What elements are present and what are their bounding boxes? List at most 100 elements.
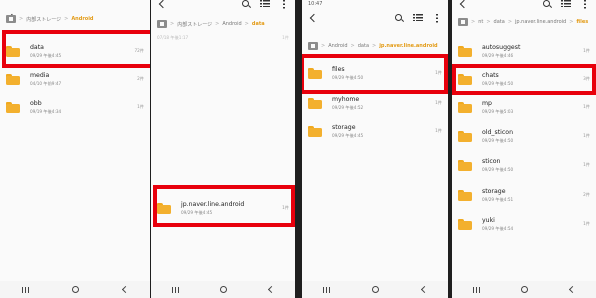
back-icon[interactable] [308,13,318,23]
breadcrumb-item-current[interactable]: files [576,19,588,25]
folder-count: 1件 [435,128,442,133]
folder-count: 2件 [583,192,590,197]
more-icon[interactable] [432,13,442,23]
folder-count: 1件 [282,35,289,40]
folder-count: 1件 [435,100,442,105]
folder-name: sticon [482,157,501,165]
folder-row[interactable]: autosuggest 09/29 午後4:46 1件 [458,36,590,66]
breadcrumb-item[interactable]: data [494,19,505,25]
folder-row[interactable]: old_sticon 09/29 午後4:50 1件 [458,121,590,151]
folder-date: 09/29 午後4:46 [482,52,514,58]
folder-icon [458,101,472,113]
folder-date: 09/29 午後4:45 [332,132,364,138]
panel-line-files: > nt > data > jp.naver.line.android > fi… [452,0,596,298]
folder-date: 09/29 午後4:52 [332,104,364,110]
list-view-icon[interactable] [260,0,270,9]
folder-count: 1件 [583,48,590,53]
system-nav-bar [151,281,295,298]
more-icon[interactable] [580,0,590,9]
folder-date: 09/29 午後4:50 [482,166,514,172]
home-icon[interactable] [157,20,167,28]
nav-home-icon[interactable] [521,286,529,293]
nav-recents-icon[interactable] [21,286,29,293]
nav-home-icon[interactable] [372,286,380,293]
nav-home-icon[interactable] [72,286,80,293]
folder-row-partial[interactable]: 07/18 午後1:17 1件 [157,31,289,45]
highlight-box [302,54,448,94]
status-time: 10:47 [308,1,323,7]
breadcrumb: > 内部ストレージ > Android [6,12,146,26]
more-icon[interactable] [279,0,289,9]
folder-icon [458,159,472,171]
list-view-icon[interactable] [561,0,571,9]
home-icon[interactable] [458,18,468,26]
folder-date: 09/29 午後5:03 [482,108,514,114]
folder-row[interactable]: storage 09/29 午後4:51 2件 [458,180,590,210]
nav-recents-icon[interactable] [472,286,480,293]
folder-icon [6,73,20,85]
folder-date: 09/19 午後4:34 [30,108,62,114]
folder-icon [6,101,20,113]
home-icon[interactable] [6,15,16,23]
folder-date: 07/18 午後1:17 [157,35,189,40]
folder-icon [458,218,472,230]
folder-name: obb [30,99,42,107]
list-view-icon[interactable] [413,13,423,23]
folder-icon [308,97,322,109]
breadcrumb-item[interactable]: Android [328,43,347,49]
folder-name: storage [482,187,506,195]
home-icon[interactable] [308,42,318,50]
folder-row[interactable]: media 04/10 午前9:47 2件 [6,64,144,94]
folder-row[interactable]: storage 09/29 午後4:45 1件 [308,116,442,146]
nav-recents-icon[interactable] [171,286,179,293]
status-bar: 10:47 [302,0,448,8]
system-nav-bar [452,281,596,298]
breadcrumb-item-current[interactable]: data [252,21,265,27]
nav-back-icon[interactable] [420,285,428,294]
breadcrumb-item[interactable]: data [358,43,369,49]
nav-back-icon[interactable] [122,285,130,294]
panel-android-data: > 内部ストレージ > Android > data 07/18 午後1:17 … [151,0,295,298]
nav-home-icon[interactable] [220,286,228,293]
folder-date: 09/29 午後4:50 [482,137,514,143]
toolbar [151,0,295,14]
folder-row[interactable]: obb 09/19 午後4:34 1件 [6,92,144,122]
folder-date: 09/29 午後4:54 [482,225,514,231]
folder-row[interactable]: mp 09/29 午後5:03 1件 [458,92,590,122]
highlight-box [153,185,295,227]
breadcrumb-item-current[interactable]: jp.naver.line.android [379,43,437,49]
breadcrumb-item[interactable]: jp.naver.line.android [515,19,566,25]
system-nav-bar [0,281,150,298]
folder-count: 1件 [137,104,144,109]
folder-name: autosuggest [482,43,521,51]
folder-name: mp [482,99,492,107]
folder-icon [308,125,322,137]
folder-row[interactable]: yuki 09/29 午後4:54 1件 [458,209,590,239]
folder-count: 1件 [583,104,590,109]
breadcrumb-item[interactable]: 内部ストレージ [26,16,61,23]
highlight-box [452,64,596,95]
highlight-box [2,30,150,68]
toolbar [452,0,596,14]
folder-date: 09/29 午後4:51 [482,196,514,202]
back-icon[interactable] [458,0,468,9]
search-icon[interactable] [241,0,251,9]
nav-back-icon[interactable] [569,285,577,294]
nav-back-icon[interactable] [268,285,276,294]
breadcrumb-item[interactable]: 内部ストレージ [177,21,212,28]
breadcrumb-item[interactable]: nt [478,19,483,25]
system-nav-bar [302,281,448,298]
folder-date: 04/10 午前9:47 [30,80,62,86]
breadcrumb-item[interactable]: Android [222,21,241,27]
folder-row[interactable]: sticon 09/29 午後4:50 1件 [458,150,590,180]
panel-line-android: 10:47 > Android > data > jp.naver.line.a… [302,0,448,298]
search-icon[interactable] [394,13,404,23]
folder-name: storage [332,123,356,131]
breadcrumb-item-current[interactable]: Android [71,16,93,22]
back-icon[interactable] [157,0,167,9]
panel-android: > 内部ストレージ > Android data 09/29 午後4:45 72… [0,0,150,298]
nav-recents-icon[interactable] [323,286,331,293]
search-icon[interactable] [542,0,552,9]
folder-count: 2件 [137,76,144,81]
breadcrumb: > 内部ストレージ > Android > data [157,17,291,31]
